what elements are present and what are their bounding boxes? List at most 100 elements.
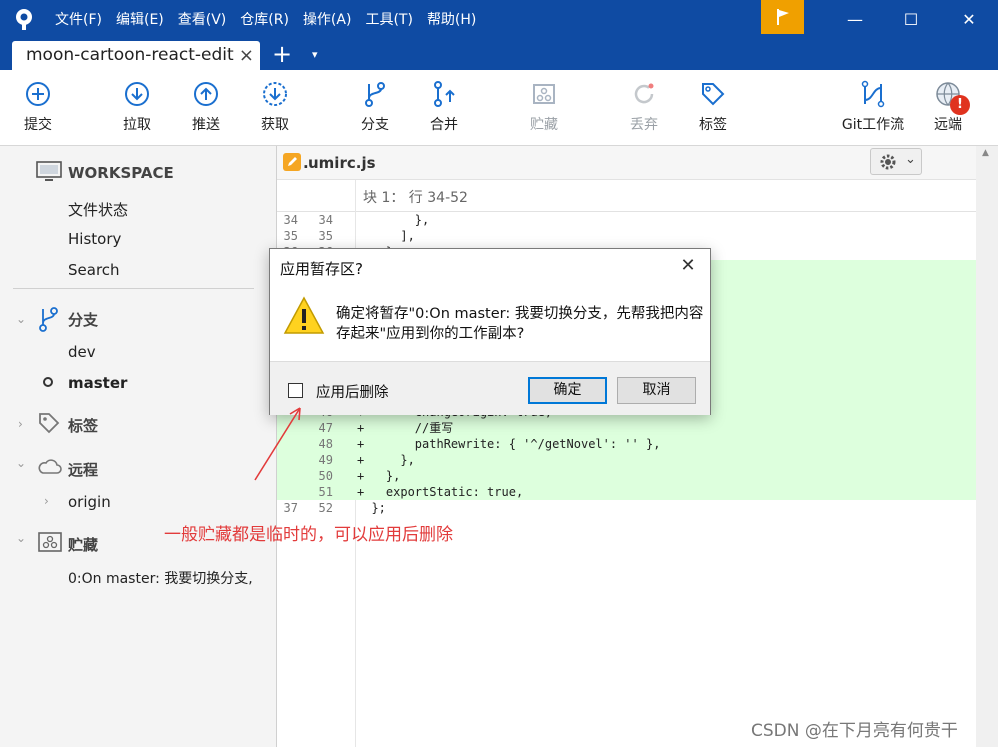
- push-icon: [194, 82, 218, 106]
- title-bar: 文件(F) 编辑(E) 查看(V) 仓库(R) 操作(A) 工具(T) 帮助(H…: [0, 0, 998, 38]
- ok-button[interactable]: 确定: [528, 377, 607, 404]
- pull-label: 拉取: [123, 117, 151, 133]
- workspace-header: WORKSPACE: [68, 164, 174, 182]
- pull-button[interactable]: 拉取: [107, 80, 167, 134]
- branches-chevron-icon[interactable]: ⌄: [16, 312, 26, 326]
- new-line-number: 47: [318, 421, 333, 435]
- commit-button[interactable]: 提交: [8, 80, 68, 134]
- stashes-header[interactable]: 贮藏: [68, 534, 98, 555]
- tag-icon: [702, 83, 725, 106]
- origin-chevron-icon[interactable]: ›: [44, 494, 49, 508]
- diff-line[interactable]: 47 + //重写: [277, 420, 976, 436]
- diff-line[interactable]: 37 52 };: [277, 500, 976, 516]
- tags-header[interactable]: 标签: [68, 415, 98, 436]
- git-flow-label: Git工作流: [841, 117, 905, 133]
- tag-label: 标签: [699, 117, 727, 133]
- dialog-title: 应用暂存区?: [280, 260, 363, 278]
- diff-line[interactable]: 49 + },: [277, 452, 976, 468]
- tab-close-icon[interactable]: ×: [239, 45, 254, 66]
- fetch-button[interactable]: 获取: [245, 80, 305, 134]
- sidebar-item-history[interactable]: History: [68, 230, 121, 248]
- pull-icon: [125, 82, 149, 106]
- watermark: CSDN @在下月亮有何贵干: [751, 721, 958, 741]
- merge-label: 合并: [430, 117, 458, 133]
- vertical-scrollbar[interactable]: ▲: [976, 146, 998, 747]
- new-line-number: 51: [318, 485, 333, 499]
- minimize-button[interactable]: —: [826, 0, 884, 38]
- remotes-header[interactable]: 远程: [68, 459, 98, 480]
- stash-button[interactable]: 贮藏: [514, 80, 574, 134]
- line-text: + pathRewrite: { '^/getNovel': '' },: [357, 437, 661, 451]
- merge-button[interactable]: 合并: [414, 80, 474, 134]
- menu-tools[interactable]: 工具(T): [365, 9, 412, 29]
- add-tab-button[interactable]: +: [272, 40, 292, 68]
- menu-help[interactable]: 帮助(H): [427, 9, 476, 29]
- git-flow-icon: [861, 80, 885, 108]
- new-line-number: 52: [318, 501, 333, 515]
- sidebar-item-search[interactable]: Search: [68, 261, 120, 279]
- merge-icon: [434, 81, 455, 107]
- menu-view[interactable]: 查看(V): [178, 9, 227, 29]
- sidebar-item-remote-origin[interactable]: origin: [68, 493, 111, 511]
- file-name: umirc.js: [308, 154, 376, 172]
- annotation-text: 一般贮藏都是临时的，可以应用后删除: [164, 525, 453, 545]
- tab-dropdown-icon[interactable]: ▾: [312, 48, 318, 61]
- hunk-header: 块 1： 行 34-52: [277, 180, 976, 212]
- sidebar-item-branch-master[interactable]: master: [68, 374, 127, 392]
- menu-repository[interactable]: 仓库(R): [240, 9, 289, 29]
- delete-after-apply-checkbox[interactable]: [288, 383, 303, 398]
- delete-after-apply-label[interactable]: 应用后删除: [316, 381, 389, 402]
- line-text: + exportStatic: true,: [357, 485, 524, 499]
- diff-line[interactable]: 51 + exportStatic: true,: [277, 484, 976, 500]
- chevron-down-icon: ⌄: [905, 152, 916, 167]
- scroll-up-icon[interactable]: ▲: [982, 148, 989, 158]
- old-line-number: 34: [283, 213, 298, 227]
- cancel-button[interactable]: 取消: [617, 377, 696, 404]
- sidebar: WORKSPACE 文件状态 History Search ⌄ 分支 dev m…: [0, 146, 277, 747]
- repo-tab-title: moon-cartoon-react-edit: [26, 45, 234, 65]
- current-branch-icon: [43, 377, 53, 387]
- sidebar-item-stash-0[interactable]: 0:On master: 我要切换分支,: [68, 568, 253, 588]
- diff-line[interactable]: 34 34 },: [277, 212, 976, 228]
- stashes-chevron-icon[interactable]: ⌄: [16, 531, 26, 545]
- push-button[interactable]: 推送: [176, 80, 236, 134]
- tag-button[interactable]: 标签: [683, 80, 743, 134]
- diff-line[interactable]: 35 35 ],: [277, 228, 976, 244]
- branch-icon: [39, 307, 58, 332]
- close-window-button[interactable]: ✕: [940, 0, 998, 38]
- new-line-number: 34: [318, 213, 333, 227]
- old-line-number: 35: [283, 229, 298, 243]
- line-text: };: [357, 501, 386, 515]
- menu-actions[interactable]: 操作(A): [303, 9, 352, 29]
- sidebar-item-file-status[interactable]: 文件状态: [68, 199, 128, 220]
- hunk-label: 块 1： 行 34-52: [363, 190, 468, 206]
- annotation-arrow: [254, 407, 301, 481]
- menu-bar: 文件(F) 编辑(E) 查看(V) 仓库(R) 操作(A) 工具(T) 帮助(H…: [55, 0, 490, 38]
- warning-icon: [283, 296, 325, 334]
- menu-file[interactable]: 文件(F): [55, 9, 102, 29]
- dialog-close-button[interactable]: ✕: [674, 255, 702, 279]
- sidebar-item-branch-dev[interactable]: dev: [68, 343, 96, 361]
- fetch-label: 获取: [261, 117, 289, 133]
- diff-panel: . umirc.js ⌄ 块 1： 行 34-52 34 34 }, 35 35 ],…: [277, 146, 998, 747]
- diff-line[interactable]: 48 + pathRewrite: { '^/getNovel': '' },: [277, 436, 976, 452]
- maximize-button[interactable]: ☐: [882, 0, 940, 38]
- remotes-chevron-icon[interactable]: ⌄: [16, 456, 26, 470]
- git-flow-button[interactable]: Git工作流: [836, 80, 910, 134]
- repo-tab[interactable]: moon-cartoon-react-edit ×: [12, 41, 260, 70]
- line-text: + },: [357, 453, 415, 467]
- dialog-footer: 应用后删除 确定 取消: [270, 361, 710, 415]
- diff-line[interactable]: 50 + },: [277, 468, 976, 484]
- discard-button[interactable]: 丢弃: [614, 80, 674, 134]
- commit-icon: [26, 82, 50, 106]
- apply-stash-dialog: 应用暂存区? ✕ 确定将暂存"0:On master: 我要切换分支，先帮我把内…: [269, 248, 711, 415]
- menu-edit[interactable]: 编辑(E): [116, 9, 164, 29]
- discard-icon: [634, 83, 654, 104]
- branch-button[interactable]: 分支: [345, 80, 405, 134]
- line-text: + },: [357, 469, 401, 483]
- modified-file-icon: [283, 153, 301, 171]
- file-options-button[interactable]: ⌄: [870, 148, 922, 175]
- flag-button[interactable]: [761, 0, 804, 34]
- branches-header[interactable]: 分支: [68, 309, 98, 330]
- tags-chevron-icon[interactable]: ›: [18, 417, 23, 431]
